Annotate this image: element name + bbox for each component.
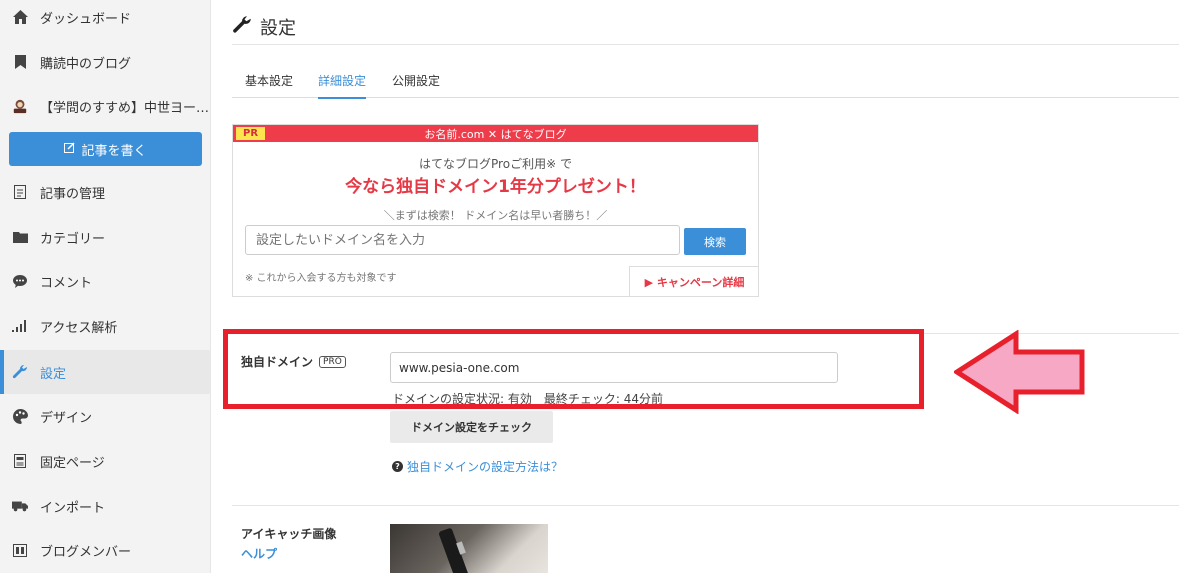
eyecatch-label: アイキャッチ画像 (241, 527, 337, 541)
write-article-button[interactable]: 記事を書く (9, 132, 202, 166)
page-title: 設定 (232, 14, 296, 40)
palette-icon (12, 408, 28, 424)
page-icon (12, 453, 28, 469)
ad-header: お名前.com ✕ はてなブログ (233, 125, 758, 142)
sidebar-item-label: 購読中のブログ (40, 56, 132, 72)
question-icon: ? (392, 461, 403, 472)
check-domain-button[interactable]: ドメイン設定をチェック (390, 411, 553, 443)
comment-icon (12, 273, 28, 289)
edit-icon (64, 141, 76, 157)
sidebar-item-label: 固定ページ (40, 455, 105, 471)
tab-basic-settings[interactable]: 基本設定 (245, 72, 293, 97)
sidebar-item-members[interactable]: ブログメンバー (0, 530, 211, 570)
ad-note: ※ これから入会する方も対象です (245, 273, 397, 284)
sidebar-item-label: インポート (40, 500, 106, 516)
sidebar-item-comments[interactable]: コメント (0, 261, 211, 301)
document-icon (12, 184, 28, 200)
sidebar-item-label: コメント (40, 275, 93, 291)
sidebar-item-label: アクセス解析 (40, 320, 118, 336)
sidebar-item-label: カテゴリー (40, 231, 106, 247)
eyecatch-help-link[interactable]: ヘルプ (241, 545, 277, 562)
sidebar-item-blog[interactable]: 【学問のすすめ】中世ヨー… (0, 86, 211, 126)
write-button-label: 記事を書く (81, 143, 147, 159)
eyecatch-image[interactable] (390, 524, 548, 573)
home-icon (12, 9, 28, 25)
sidebar-item-analytics[interactable]: アクセス解析 (0, 306, 211, 346)
folder-icon (12, 229, 28, 245)
wrench-icon (232, 15, 252, 40)
sidebar-item-fixed-pages[interactable]: 固定ページ (0, 441, 211, 481)
page-title-text: 設定 (260, 18, 296, 39)
sidebar-item-categories[interactable]: カテゴリー (0, 217, 211, 257)
ad-tagline: ＼まずは検索！ ドメイン名は早い者勝ち！／ (383, 209, 608, 222)
domain-search-button[interactable]: 検索 (684, 228, 746, 255)
main-content: 設定 基本設定 詳細設定 公開設定 お名前.com ✕ はてなブログ PR はて… (211, 0, 1200, 573)
title-divider (232, 44, 1179, 45)
wrench-icon (12, 364, 28, 380)
sidebar-item-import[interactable]: インポート (0, 486, 211, 526)
highlight-box (223, 329, 924, 409)
domain-search-input[interactable] (245, 225, 680, 255)
domain-help-link-text: 独自ドメインの設定方法は？ (407, 460, 564, 474)
sidebar-item-label: ダッシュボード (40, 11, 132, 27)
sidebar-item-label: 設定 (40, 366, 67, 382)
ad-headline: 今なら独自ドメイン1年分プレゼント！ (345, 177, 646, 197)
bookmark-icon (12, 54, 28, 70)
section-divider (232, 505, 1179, 506)
sidebar-item-dashboard[interactable]: ダッシュボード (0, 0, 211, 34)
tab-advanced-settings[interactable]: 詳細設定 (318, 72, 367, 99)
settings-tabs: 基本設定 詳細設定 公開設定 (232, 72, 1179, 99)
campaign-details-link[interactable]: ▶ キャンペーン詳細 (629, 266, 759, 297)
tab-publish-settings[interactable]: 公開設定 (392, 72, 440, 97)
sidebar: ダッシュボード 購読中のブログ 【学問のすすめ】中世ヨー… 記事を書く 記事の管… (0, 0, 211, 573)
truck-icon (12, 498, 28, 514)
sidebar-item-manage-articles[interactable]: 記事の管理 (0, 172, 211, 212)
sidebar-item-label: ブログメンバー (40, 544, 132, 560)
sidebar-item-design[interactable]: デザイン (0, 396, 211, 436)
sidebar-item-label: 【学問のすすめ】中世ヨー… (40, 100, 210, 116)
pr-badge: PR (236, 127, 266, 140)
pen-shape (438, 527, 472, 573)
domain-ad-banner: お名前.com ✕ はてなブログ PR はてなブログProご利用※ で 今なら独… (232, 124, 759, 297)
bar-chart-icon (12, 318, 28, 334)
ad-header-text: お名前.com ✕ はてなブログ (424, 127, 567, 141)
sidebar-item-subscribed-blogs[interactable]: 購読中のブログ (0, 42, 211, 82)
sidebar-item-label: 記事の管理 (40, 186, 106, 202)
sidebar-item-settings[interactable]: 設定 (0, 350, 211, 394)
members-icon (12, 542, 28, 558)
blog-avatar-icon (12, 98, 28, 114)
left-arrow-annotation (954, 330, 1085, 414)
domain-help-link[interactable]: ? 独自ドメインの設定方法は？ (392, 458, 563, 475)
sidebar-item-label: デザイン (40, 410, 93, 426)
ad-subtitle: はてなブログProご利用※ で (419, 157, 572, 171)
